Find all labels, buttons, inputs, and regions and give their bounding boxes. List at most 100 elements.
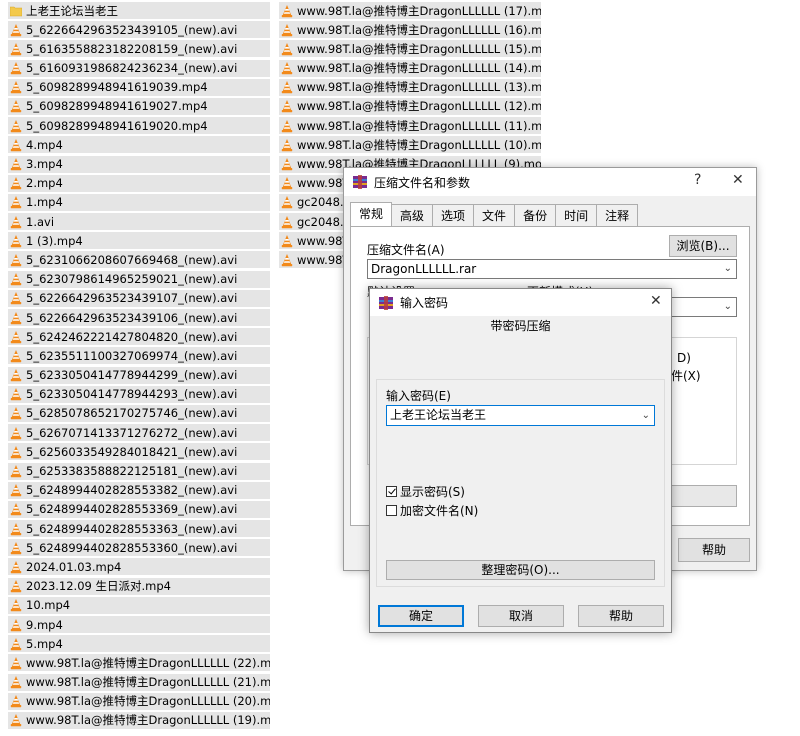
encrypt-filenames-box[interactable]	[386, 505, 397, 516]
set-password-button-partial[interactable]	[667, 485, 737, 507]
archive-name-value: DragonLLLLLL.rar	[371, 262, 477, 276]
file-item[interactable]: 5_6233050414778944293_(new).avi	[8, 385, 270, 403]
file-name: 3.mp4	[26, 157, 63, 171]
file-item[interactable]: 5_6226642963523439105_(new).avi	[8, 21, 270, 39]
file-item[interactable]: 5_6230798614965259021_(new).avi	[8, 270, 270, 288]
file-item[interactable]: 5_6098289948941619039.mp4	[8, 78, 270, 96]
tab-options[interactable]: 选项	[432, 204, 475, 227]
vlc-icon	[10, 158, 22, 171]
file-name: www.98T.la@推特博主DragonLLLLLL (22).mov	[26, 655, 270, 670]
file-item[interactable]: www.98T.la@推特博主DragonLLLLLL (20).mov	[8, 692, 270, 710]
file-item[interactable]: 5_6235511100327069974_(new).avi	[8, 347, 270, 365]
help-button[interactable]: 帮助	[578, 605, 664, 627]
file-item[interactable]: www.98T.la@推特博主DragonLLLLLL (12).mov	[279, 97, 541, 115]
file-item[interactable]: www.98T.la@推特博主DragonLLLLLL (14).mov	[279, 59, 541, 77]
file-item[interactable]: 5_6253383588822125181_(new).avi	[8, 462, 270, 480]
file-item[interactable]: 5_6226642963523439106_(new).avi	[8, 309, 270, 326]
winrar-icon	[353, 175, 367, 189]
archive-dialog-titlebar[interactable]: 压缩文件名和参数 ? ✕	[344, 168, 756, 196]
vlc-icon	[10, 522, 22, 535]
tab-general[interactable]: 常规	[350, 202, 393, 227]
file-item[interactable]: 10.mp4	[8, 596, 270, 614]
file-item[interactable]: 5_6233050414778944299_(new).avi	[8, 366, 270, 384]
file-name: 5_6253383588822125181_(new).avi	[26, 464, 238, 478]
file-name: 4.mp4	[26, 137, 63, 152]
help-icon[interactable]: ?	[694, 172, 701, 188]
ok-button[interactable]: 确定	[378, 605, 464, 627]
file-item[interactable]: 5_6226642963523439107_(new).avi	[8, 289, 270, 307]
file-item[interactable]: 5_6248994402828553363_(new).avi	[8, 520, 270, 538]
file-name: www.98T.la@推特博主DragonLLLLLL (11).mov	[297, 118, 541, 133]
file-item[interactable]: 5.mp4	[8, 635, 270, 653]
folder-item[interactable]: 上老王论坛当老王	[8, 2, 270, 19]
file-name: 1.mp4	[26, 195, 63, 210]
file-item[interactable]: 1.avi	[8, 213, 270, 231]
cancel-button[interactable]: 取消	[478, 605, 564, 627]
file-item[interactable]: 3.mp4	[8, 155, 270, 173]
chevron-down-icon[interactable]: ⌄	[724, 298, 732, 316]
file-name: 5_6248994402828553360_(new).avi	[26, 540, 238, 555]
file-item[interactable]: 1 (3).mp4	[8, 232, 270, 250]
file-item[interactable]: www.98T.la@推特博主DragonLLLLLL (13).mov	[279, 78, 541, 96]
file-item[interactable]: www.98T.la@推特博主DragonLLLLLL (17).mov	[279, 2, 541, 19]
file-item[interactable]: 5_6163558823182208159_(new).avi	[8, 40, 270, 58]
file-item[interactable]: 2023.12.09 生日派对.mp4	[8, 577, 270, 595]
tab-files[interactable]: 文件	[473, 204, 516, 227]
file-item[interactable]: www.98T.la@推特博主DragonLLLLLL (16).mov	[279, 21, 541, 39]
vlc-icon	[10, 273, 22, 286]
password-label: 输入密码(E)	[386, 389, 451, 403]
file-item[interactable]: 5_6248994402828553369_(new).avi	[8, 500, 270, 518]
file-item[interactable]: 5_6248994402828553360_(new).avi	[8, 539, 270, 557]
file-item[interactable]: 4.mp4	[8, 136, 270, 154]
file-item[interactable]: www.98T.la@推特博主DragonLLLLLL (19).mov	[8, 711, 270, 729]
file-item[interactable]: www.98T.la@推特博主DragonLLLLLL (21).mov	[8, 673, 270, 691]
close-icon[interactable]: ✕	[650, 293, 662, 309]
file-name: 10.mp4	[26, 598, 71, 613]
browse-button[interactable]: 浏览(B)...	[669, 235, 737, 257]
file-item[interactable]: www.98T.la@推特博主DragonLLLLLL (10).mov	[279, 136, 541, 154]
archive-dialog-title: 压缩文件名和参数	[374, 175, 471, 190]
password-dialog-titlebar[interactable]: 输入密码 ✕	[370, 289, 671, 316]
file-item[interactable]: 5_6248994402828553382_(new).avi	[8, 481, 270, 499]
close-icon[interactable]: ✕	[732, 172, 744, 188]
file-item[interactable]: 2024.01.03.mp4	[8, 558, 270, 576]
tab-advanced[interactable]: 高级	[391, 204, 434, 227]
show-password-checkmark[interactable]	[386, 486, 397, 497]
chevron-down-icon[interactable]: ⌄	[642, 406, 650, 425]
file-item[interactable]: www.98T.la@推特博主DragonLLLLLL (15).mov	[279, 40, 541, 58]
file-item[interactable]: 5_6256033549284018421_(new).avi	[8, 443, 270, 461]
vlc-icon	[10, 42, 22, 56]
file-item[interactable]: www.98T.la@推特博主DragonLLLLLL (22).mov	[8, 654, 270, 672]
archive-name-combo[interactable]: DragonLLLLLL.rar ⌄	[367, 259, 737, 279]
tab-time[interactable]: 时间	[555, 204, 598, 227]
vlc-icon	[10, 349, 22, 363]
password-dialog: 输入密码 ✕ 带密码压缩 输入密码(E) 上老王论坛当老王 ⌄ 显示密码(S) …	[369, 288, 672, 633]
file-item[interactable]: 5_6098289948941619020.mp4	[8, 117, 270, 135]
file-name: 5_6233050414778944299_(new).avi	[26, 368, 238, 383]
file-item[interactable]: 1.mp4	[8, 193, 270, 211]
file-item[interactable]: 5_6267071413371276272_(new).avi	[8, 424, 270, 442]
archive-help-button[interactable]: 帮助	[678, 538, 750, 562]
vlc-icon	[10, 196, 22, 209]
chevron-down-icon[interactable]: ⌄	[724, 260, 732, 278]
file-item[interactable]: www.98T.la@推特博主DragonLLLLLL (11).mov	[279, 117, 541, 135]
password-input[interactable]: 上老王论坛当老王 ⌄	[386, 405, 655, 426]
tab-backup[interactable]: 备份	[514, 204, 557, 227]
show-password-checkbox[interactable]: 显示密码(S)	[386, 483, 465, 500]
file-item[interactable]: 5_6242462221427804820_(new).avi	[8, 328, 270, 346]
file-item[interactable]: 5_6098289948941619027.mp4	[8, 97, 270, 115]
file-item[interactable]: 2.mp4	[8, 174, 270, 192]
file-item[interactable]: 5_6231066208607669468_(new).avi	[8, 251, 270, 269]
vlc-icon	[281, 234, 293, 247]
file-name: 2024.01.03.mp4	[26, 559, 122, 574]
file-item[interactable]: 9.mp4	[8, 616, 270, 633]
encrypt-filenames-checkbox[interactable]: 加密文件名(N)	[386, 502, 478, 519]
vlc-icon	[281, 158, 293, 171]
tab-comment[interactable]: 注释	[596, 204, 639, 227]
file-item[interactable]: 5_6160931986824236234_(new).avi	[8, 59, 270, 77]
file-item[interactable]: 5_6285078652170275746_(new).avi	[8, 404, 270, 422]
file-name: 5_6226642963523439107_(new).avi	[26, 291, 238, 306]
file-name: www.98T.la@推特博主DragonLLLLLL (14).mov	[297, 61, 541, 76]
file-name: 9.mp4	[26, 617, 63, 632]
organize-passwords-button[interactable]: 整理密码(O)...	[386, 560, 655, 580]
